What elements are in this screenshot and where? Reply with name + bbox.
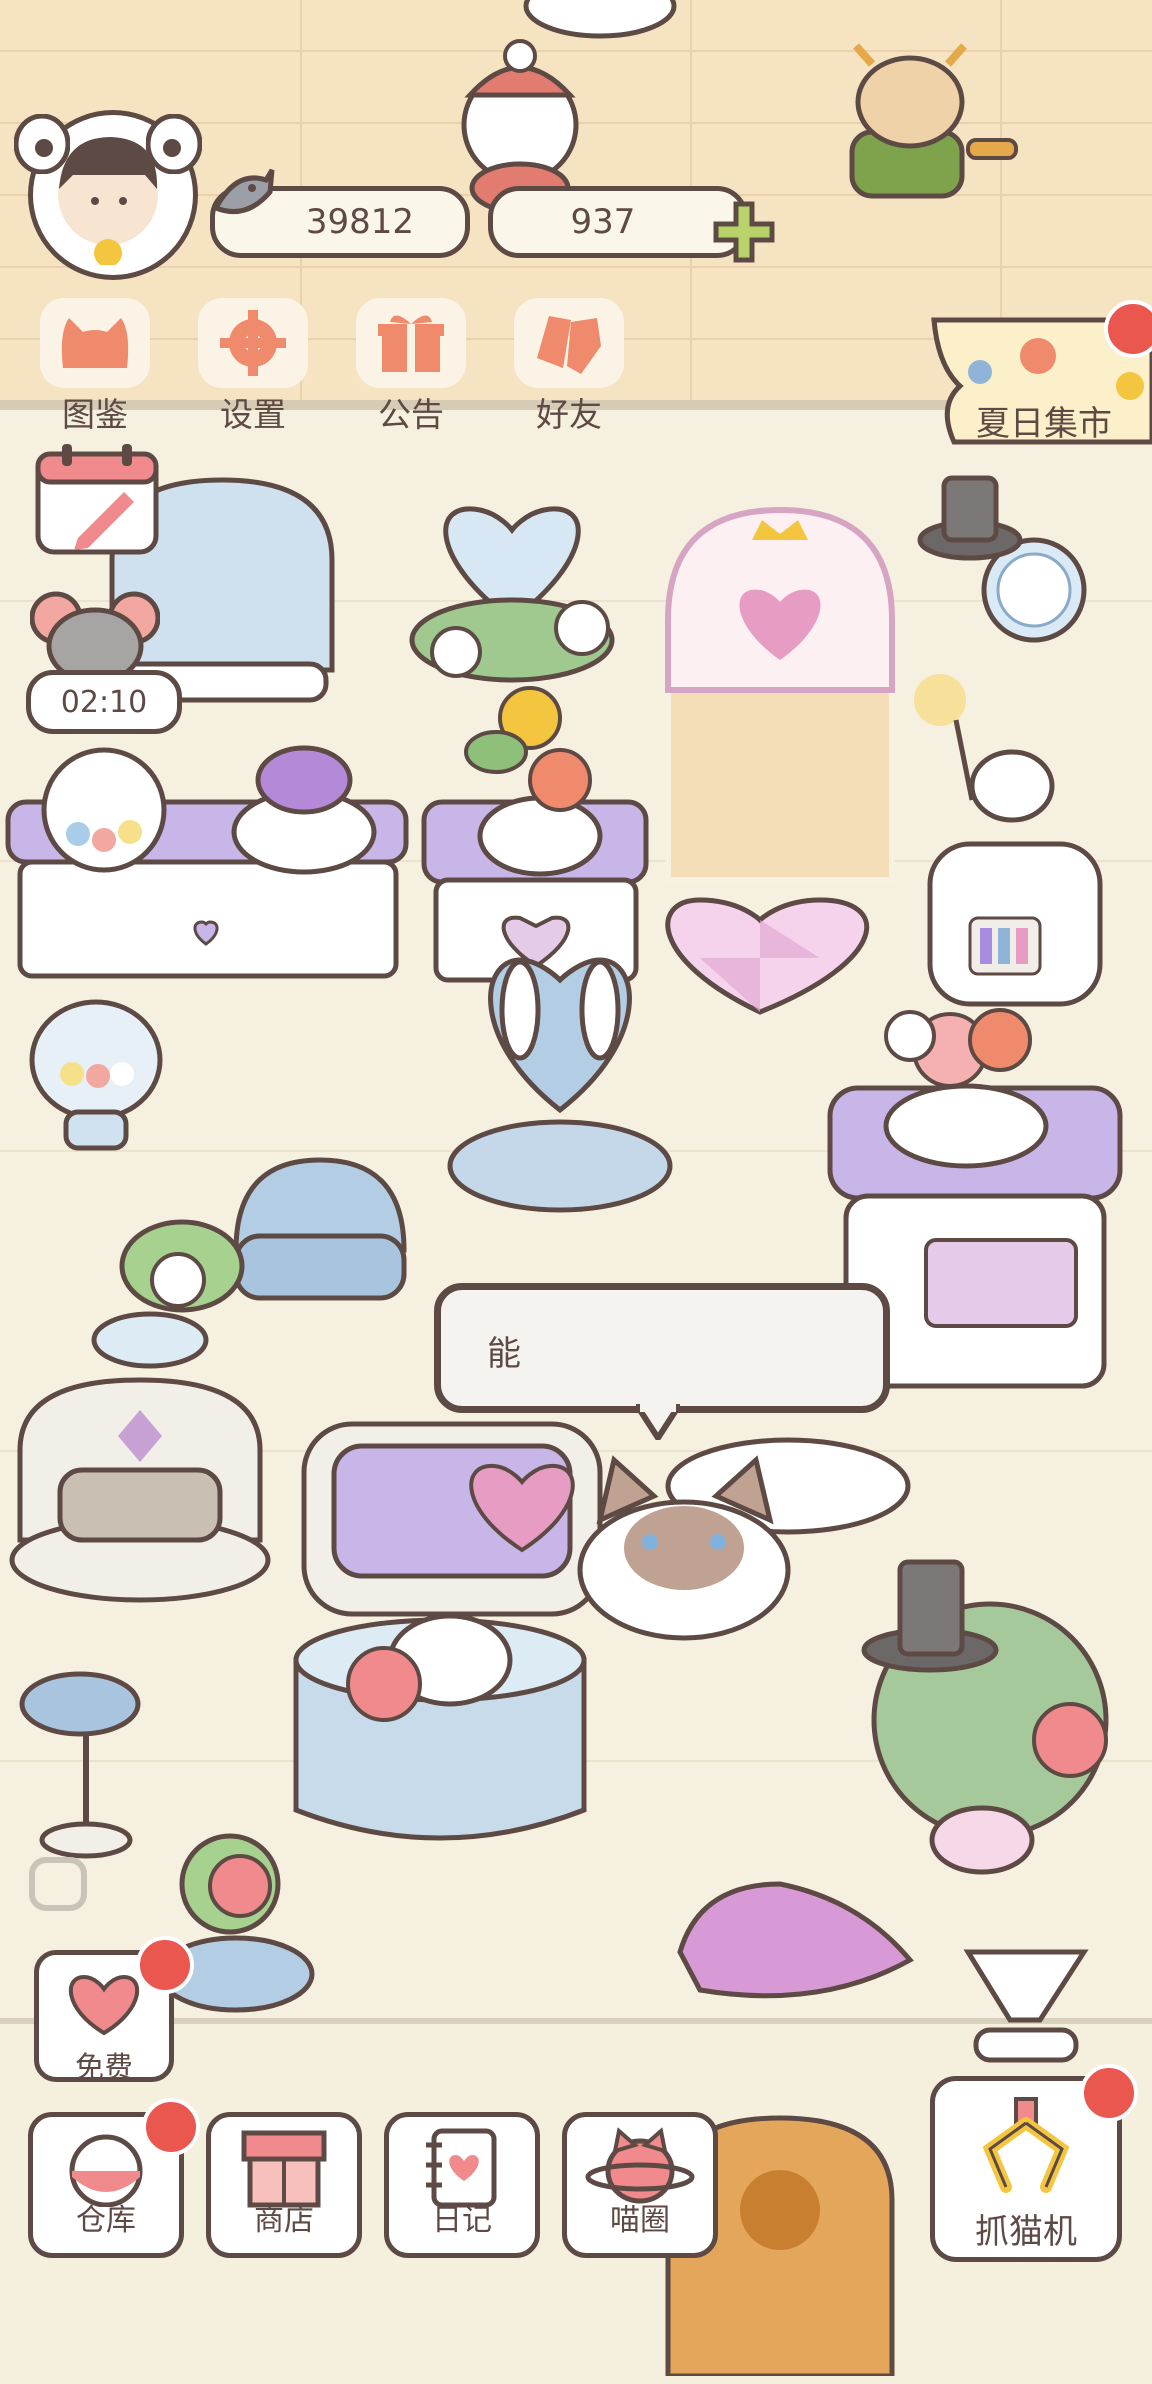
timer-value: 02:10 xyxy=(60,684,148,720)
claw-machine-label: 抓猫机 xyxy=(975,2212,1077,2252)
nav-label: 日记 xyxy=(432,2203,492,2238)
nav-label: 仓库 xyxy=(76,2203,136,2238)
siamese-cat[interactable] xyxy=(577,1437,911,1641)
purple-dresser[interactable] xyxy=(5,745,409,979)
calendar-pencil-icon xyxy=(35,444,159,555)
edit-mode-icon[interactable] xyxy=(28,1856,88,1912)
menu-label: 公告 xyxy=(378,395,444,434)
gem-count: 937 xyxy=(570,202,636,242)
nav-label: 喵圈 xyxy=(610,2203,670,2238)
speech-text: 能 xyxy=(487,1334,521,1374)
gem-currency[interactable]: 937 xyxy=(488,186,748,258)
cat-head-icon xyxy=(61,318,129,368)
cheshire-cat[interactable] xyxy=(677,1881,914,1999)
claw-icon xyxy=(982,2097,1070,2193)
cat-top-decoration[interactable] xyxy=(523,0,677,39)
claw-notification-badge xyxy=(1080,2064,1138,2122)
nav-diary[interactable]: 日记 xyxy=(384,2112,540,2258)
market-label: 夏日集市 xyxy=(976,404,1112,444)
menu-item-announcement[interactable]: 公告 xyxy=(346,298,476,436)
claw-lamp xyxy=(963,1949,1089,2063)
calendar-edit-button[interactable] xyxy=(34,440,162,558)
coffee-machine[interactable] xyxy=(927,841,1103,1007)
mouse-event-button[interactable] xyxy=(29,584,161,685)
fish-count: 39812 xyxy=(305,202,415,242)
free-label: 免费 xyxy=(74,2050,133,2084)
nav-cat-circle[interactable]: 喵圈 xyxy=(562,2112,718,2258)
gear-icon xyxy=(220,310,286,376)
mouse-icon xyxy=(29,591,161,685)
menu-label: 好友 xyxy=(536,395,602,434)
nav-shop[interactable]: 商店 xyxy=(206,2112,362,2258)
menu-item-friends[interactable]: 好友 xyxy=(504,298,634,436)
event-timer: 02:10 xyxy=(26,670,182,734)
speech-bubble: 能 xyxy=(434,1283,890,1413)
bear-armchair[interactable] xyxy=(9,1377,271,1603)
add-currency-button[interactable] xyxy=(712,200,776,264)
bunny-clock[interactable] xyxy=(917,475,1087,643)
heart-rug[interactable] xyxy=(665,897,870,1015)
menu-item-collection[interactable]: 图鉴 xyxy=(30,298,160,436)
menu-label: 图鉴 xyxy=(62,395,128,434)
candy-jar[interactable] xyxy=(29,999,163,1151)
menu-item-settings[interactable]: 设置 xyxy=(188,298,318,436)
reindeer-decoration[interactable] xyxy=(849,43,1018,199)
plus-icon xyxy=(713,201,775,263)
flower-dresser[interactable] xyxy=(421,686,649,983)
avatar-ear-icon xyxy=(13,113,71,175)
gift-icon xyxy=(378,315,444,372)
heart-mirror[interactable] xyxy=(409,506,615,683)
hat-tree[interactable] xyxy=(861,1559,1109,1875)
arch-doorway[interactable] xyxy=(665,506,895,883)
teapot-table[interactable] xyxy=(293,1613,587,1841)
fish-icon xyxy=(206,160,276,230)
potted-plant[interactable] xyxy=(91,1219,245,1369)
hat-stand[interactable] xyxy=(19,1671,141,1859)
bunny-lamp[interactable] xyxy=(914,674,1055,823)
purple-sofa[interactable] xyxy=(301,1421,603,1617)
blue-pouf[interactable] xyxy=(233,1157,407,1301)
avatar-ear-icon xyxy=(145,113,203,175)
menu-label: 设置 xyxy=(220,395,286,434)
friends-icon xyxy=(537,316,601,374)
warehouse-notification-badge xyxy=(142,2098,200,2156)
heart-icon xyxy=(68,1974,140,2036)
speech-bubble-tail xyxy=(630,1401,686,1444)
free-notification-badge xyxy=(136,1936,194,1994)
bunny-chair[interactable] xyxy=(447,957,673,1213)
nav-label: 商店 xyxy=(254,2203,314,2238)
